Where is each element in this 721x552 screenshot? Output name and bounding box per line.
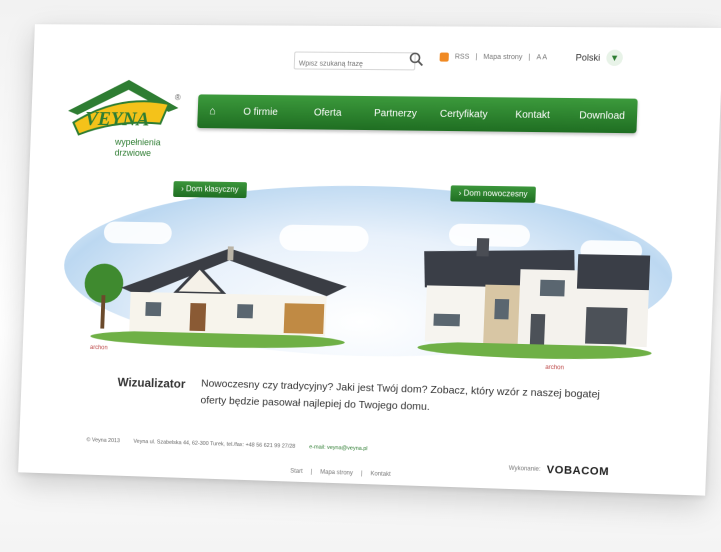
- logo-tagline-1: wypełnienia: [114, 137, 161, 147]
- font-size-toggle[interactable]: A A: [536, 54, 547, 61]
- stage: VEYNA ® wypełnienia drzwiowe RSS | Mapa …: [0, 0, 721, 552]
- separator: |: [528, 54, 530, 61]
- nav-item-o-firmie[interactable]: O firmie: [227, 106, 294, 118]
- logo[interactable]: VEYNA ® wypełnienia drzwiowe: [58, 64, 197, 164]
- nav-item-download[interactable]: Download: [567, 110, 637, 122]
- classic-house-image[interactable]: [80, 226, 358, 351]
- rss-link[interactable]: RSS: [455, 54, 470, 61]
- email-link[interactable]: e-mail: veyna@veyna.pl: [309, 444, 368, 452]
- classic-house-label: Dom klasyczny: [186, 184, 239, 194]
- sitemap-link[interactable]: Mapa strony: [483, 54, 522, 61]
- search-box: [294, 52, 416, 71]
- language-label: Polski: [575, 52, 600, 62]
- nav-item-kontakt[interactable]: Kontakt: [498, 109, 568, 121]
- logo-graphic: VEYNA ® wypełnienia drzwiowe: [58, 64, 197, 164]
- modern-house-button[interactable]: › Dom nowoczesny: [450, 185, 536, 202]
- wizualizator-title: Wizualizator: [117, 375, 185, 391]
- registered-mark: ®: [175, 93, 181, 102]
- company-address: Veyna ul. Szabelska 44, 62-300 Turek, te…: [133, 439, 295, 450]
- vobacom-link[interactable]: VOBACOM: [546, 464, 609, 478]
- main-nav: ⌂ O firmie Oferta Partnerzy Certyfikaty …: [197, 94, 638, 133]
- chevron-down-icon[interactable]: ▼: [606, 50, 623, 66]
- footer-links: Start | Mapa strony | Kontakt: [290, 469, 391, 478]
- footer: © Veyna 2013 Veyna ul. Szabelska 44, 62-…: [86, 437, 367, 452]
- footer-link-contact[interactable]: Kontakt: [370, 471, 391, 478]
- search-icon[interactable]: [407, 50, 426, 68]
- separator: |: [475, 54, 477, 61]
- nav-item-partnerzy[interactable]: Partnerzy: [361, 107, 429, 119]
- right-house-credit: archon: [545, 365, 564, 372]
- footer-link-start[interactable]: Start: [290, 469, 303, 475]
- left-house-credit: archon: [90, 345, 108, 351]
- copyright: © Veyna 2013: [86, 437, 120, 444]
- author-label: Wykonanie:: [509, 466, 541, 473]
- separator: |: [361, 471, 363, 477]
- rss-icon[interactable]: [440, 53, 449, 62]
- logo-text: VEYNA: [85, 108, 150, 130]
- search-input[interactable]: [295, 56, 399, 73]
- separator: |: [311, 469, 313, 475]
- nav-item-certyfikaty[interactable]: Certyfikaty: [429, 108, 498, 120]
- website-page: VEYNA ® wypełnienia drzwiowe RSS | Mapa …: [18, 24, 721, 495]
- logo-tagline-2: drzwiowe: [114, 148, 151, 158]
- nav-item-oferta[interactable]: Oferta: [294, 107, 362, 119]
- home-icon[interactable]: ⌂: [198, 105, 228, 117]
- classic-house-button[interactable]: › Dom klasyczny: [173, 181, 247, 198]
- language-selector[interactable]: Polski ▼: [575, 49, 623, 66]
- wizualizator-description: Nowoczesny czy tradycyjny? Jaki jest Twó…: [200, 376, 602, 421]
- modern-house-image[interactable]: [412, 227, 661, 364]
- modern-house-label: Dom nowoczesny: [463, 189, 527, 199]
- footer-link-sitemap[interactable]: Mapa strony: [320, 470, 353, 477]
- author-credit: Wykonanie: VOBACOM: [509, 463, 610, 478]
- top-links: RSS | Mapa strony | A A: [440, 53, 548, 63]
